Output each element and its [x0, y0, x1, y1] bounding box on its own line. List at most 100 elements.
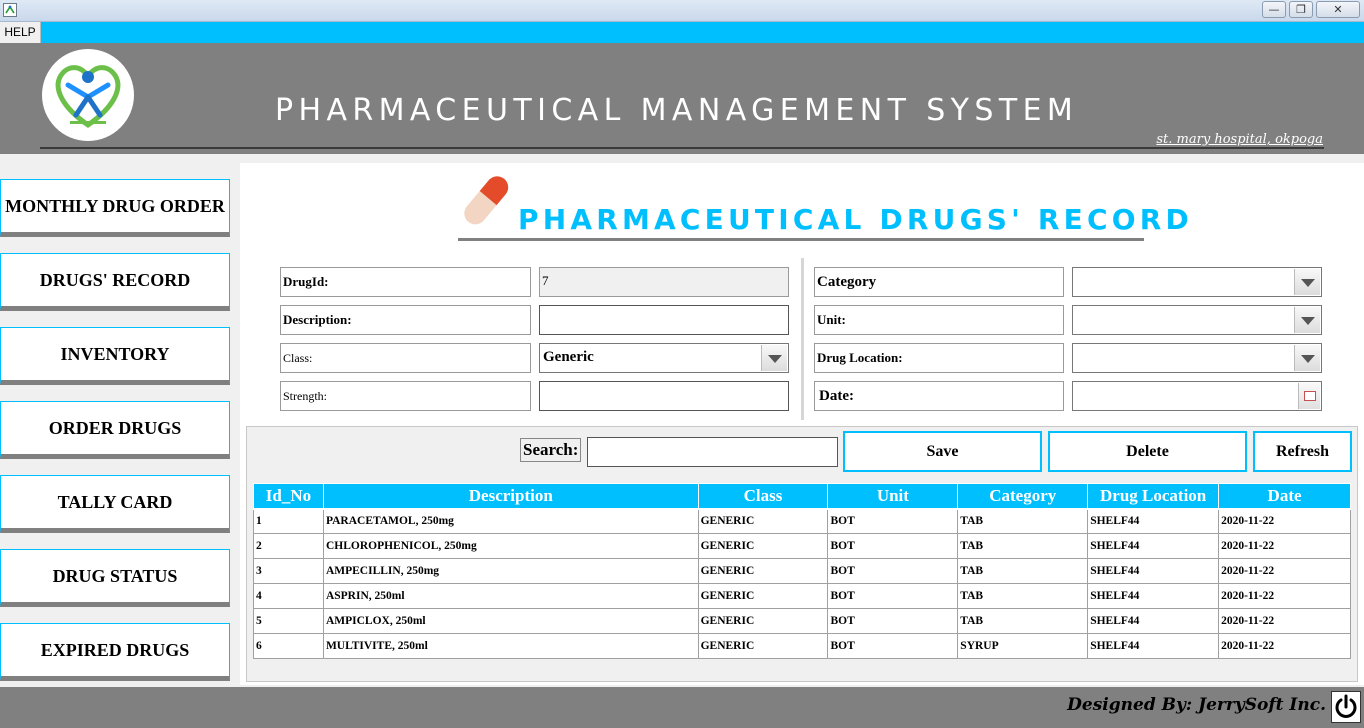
save-button[interactable]: Save — [843, 431, 1042, 472]
records-panel: Search: Save Delete Refresh Id_No Descri… — [246, 426, 1358, 682]
sidebar-item-drug-status[interactable]: DRUG STATUS — [0, 549, 230, 607]
table-cell[interactable]: BOT — [827, 608, 959, 634]
table-cell[interactable]: SHELF44 — [1087, 583, 1220, 609]
column-header-date[interactable]: Date — [1218, 483, 1351, 510]
date-label: Date: — [814, 381, 1064, 411]
column-header-class[interactable]: Class — [697, 483, 829, 510]
chevron-down-icon[interactable] — [1294, 345, 1320, 371]
pill-icon — [464, 176, 509, 225]
table-cell[interactable]: 4 — [253, 583, 324, 609]
table-row[interactable]: 2 CHLOROPHENICOL, 250mg GENERIC BOT TAB SHELF… — [253, 533, 1351, 559]
description-label: Description: — [280, 305, 531, 335]
sidebar-item-monthly-drug-order[interactable]: MONTHLY DRUG ORDER — [0, 179, 230, 237]
table-cell[interactable]: BOT — [827, 533, 959, 559]
category-label: Category — [814, 267, 1064, 297]
strength-field[interactable] — [539, 381, 789, 411]
table-cell[interactable]: TAB — [957, 583, 1089, 609]
table-row[interactable]: 4 ASPRIN, 250ml GENERIC BOT TAB SHELF44 2020-1… — [253, 583, 1351, 609]
table-cell[interactable]: 2020-11-22 — [1218, 533, 1351, 559]
table-cell[interactable]: GENERIC — [697, 508, 829, 534]
table-row[interactable]: 5 AMPICLOX, 250ml GENERIC BOT TAB SHELF44 2020… — [253, 608, 1351, 634]
column-header-category[interactable]: Category — [957, 483, 1089, 510]
class-dropdown[interactable]: Generic — [539, 343, 789, 373]
table-row[interactable]: 6 MULTIVITE, 250ml GENERIC BOT SYRUP SHELF44 2… — [253, 633, 1351, 659]
table-cell[interactable]: 5 — [253, 608, 324, 634]
unit-dropdown[interactable] — [1072, 305, 1322, 335]
table-row[interactable]: 1 PARACETAMOL, 250mg GENERIC BOT TAB SHELF44 2… — [253, 508, 1351, 534]
table-cell[interactable]: AMPECILLIN, 250mg — [322, 558, 699, 584]
table-cell[interactable]: BOT — [827, 633, 959, 659]
table-cell[interactable]: SHELF44 — [1087, 633, 1220, 659]
record-title: PHARMACEUTICAL DRUGS' RECORD — [518, 203, 1193, 236]
sidebar-item-expired-drugs[interactable]: EXPIRED DRUGS — [0, 623, 230, 681]
table-cell[interactable]: MULTIVITE, 250ml — [322, 633, 699, 659]
table-cell[interactable]: PARACETAMOL, 250mg — [322, 508, 699, 534]
table-cell[interactable]: GENERIC — [697, 558, 829, 584]
table-cell[interactable]: 1 — [253, 508, 324, 534]
menu-help[interactable]: HELP — [0, 22, 41, 43]
power-icon — [1335, 694, 1357, 718]
table-cell[interactable]: GENERIC — [697, 633, 829, 659]
table-cell[interactable]: AMPICLOX, 250ml — [322, 608, 699, 634]
sidebar-item-tally-card[interactable]: TALLY CARD — [0, 475, 230, 533]
sidebar-item-order-drugs[interactable]: ORDER DRUGS — [0, 401, 230, 459]
table-cell[interactable]: GENERIC — [697, 583, 829, 609]
drug-id-field[interactable]: 7 — [539, 267, 789, 297]
hospital-logo — [42, 49, 134, 141]
app-footer: Designed By: JerrySoft Inc. — [0, 687, 1364, 728]
table-cell[interactable]: SHELF44 — [1087, 508, 1220, 534]
table-row[interactable]: 3 AMPECILLIN, 250mg GENERIC BOT TAB SHELF44 20… — [253, 558, 1351, 584]
table-cell[interactable]: CHLOROPHENICOL, 250mg — [322, 533, 699, 559]
column-header-description[interactable]: Description — [322, 483, 699, 510]
table-cell[interactable]: SYRUP — [957, 633, 1089, 659]
table-cell[interactable]: 2020-11-22 — [1218, 508, 1351, 534]
hospital-name-link[interactable]: st. mary hospital, okpoga — [1156, 132, 1323, 147]
minimize-button[interactable]: — — [1262, 1, 1286, 18]
table-cell[interactable]: TAB — [957, 533, 1089, 559]
table-cell[interactable]: 3 — [253, 558, 324, 584]
delete-button[interactable]: Delete — [1048, 431, 1247, 472]
table-cell[interactable]: 6 — [253, 633, 324, 659]
table-cell[interactable]: TAB — [957, 558, 1089, 584]
calendar-icon[interactable] — [1298, 383, 1320, 409]
sidebar-item-inventory[interactable]: INVENTORY — [0, 327, 230, 385]
menu-bar: HELP — [0, 22, 1364, 43]
chevron-down-icon[interactable] — [1294, 307, 1320, 333]
table-cell[interactable]: 2 — [253, 533, 324, 559]
table-cell[interactable]: ASPRIN, 250ml — [322, 583, 699, 609]
table-cell[interactable]: SHELF44 — [1087, 533, 1220, 559]
description-field[interactable] — [539, 305, 789, 335]
chevron-down-icon[interactable] — [761, 345, 787, 371]
column-header-drug-location[interactable]: Drug Location — [1087, 483, 1220, 510]
power-button[interactable] — [1331, 691, 1361, 723]
chevron-down-icon[interactable] — [1294, 269, 1320, 295]
table-cell[interactable]: 2020-11-22 — [1218, 558, 1351, 584]
category-dropdown[interactable] — [1072, 267, 1322, 297]
table-cell[interactable]: GENERIC — [697, 608, 829, 634]
table-cell[interactable]: BOT — [827, 508, 959, 534]
table-cell[interactable]: TAB — [957, 508, 1089, 534]
sidebar: MONTHLY DRUG ORDER DRUGS' RECORD INVENTO… — [0, 163, 232, 683]
table-cell[interactable]: BOT — [827, 583, 959, 609]
close-button[interactable]: ✕ — [1316, 1, 1360, 18]
sidebar-item-drugs-record[interactable]: DRUGS' RECORD — [0, 253, 230, 311]
table-cell[interactable]: TAB — [957, 608, 1089, 634]
refresh-button[interactable]: Refresh — [1253, 431, 1352, 472]
table-cell[interactable]: 2020-11-22 — [1218, 583, 1351, 609]
maximize-button[interactable]: ❐ — [1289, 1, 1313, 18]
table-cell[interactable]: 2020-11-22 — [1218, 608, 1351, 634]
title-underline — [458, 238, 1144, 241]
table-cell[interactable]: BOT — [827, 558, 959, 584]
header-divider — [40, 147, 1324, 149]
unit-label: Unit: — [814, 305, 1064, 335]
table-cell[interactable]: GENERIC — [697, 533, 829, 559]
column-header-id[interactable]: Id_No — [253, 483, 324, 510]
date-picker[interactable] — [1072, 381, 1322, 411]
table-cell[interactable]: SHELF44 — [1087, 608, 1220, 634]
column-header-unit[interactable]: Unit — [827, 483, 959, 510]
table-cell[interactable]: SHELF44 — [1087, 558, 1220, 584]
drug-location-dropdown[interactable] — [1072, 343, 1322, 373]
search-input[interactable] — [587, 437, 838, 467]
class-label: Class: — [280, 343, 531, 373]
table-cell[interactable]: 2020-11-22 — [1218, 633, 1351, 659]
